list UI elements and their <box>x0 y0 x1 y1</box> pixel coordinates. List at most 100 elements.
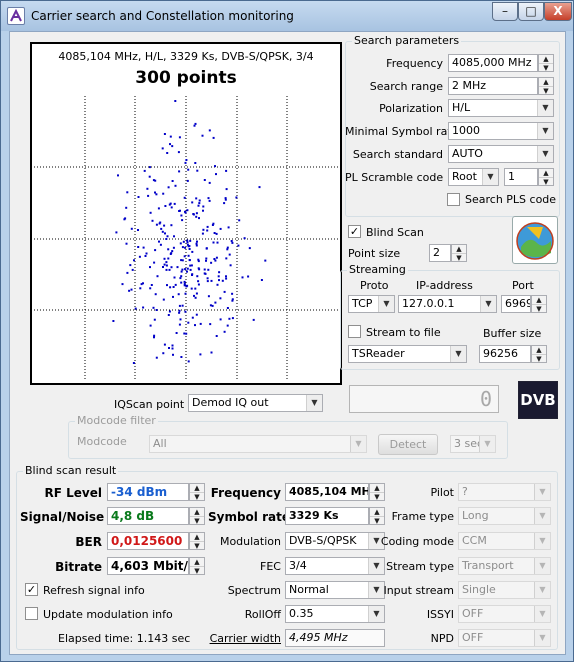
ber-spinner[interactable]: ▲ ▼ <box>189 532 205 550</box>
constellation-point <box>225 257 228 260</box>
search-pls-checkbox[interactable] <box>447 193 460 206</box>
point-size-input[interactable]: 2 <box>429 244 451 262</box>
minimize-button[interactable]: – <box>492 2 518 21</box>
constellation-point <box>166 235 169 238</box>
constellation-point <box>133 259 135 262</box>
ip-address-select[interactable]: 127.0.0.1 ▼ <box>398 295 497 313</box>
symbol-rate-label: Symbol rate <box>208 510 290 524</box>
signal-noise-spinner[interactable]: ▲ ▼ <box>189 507 205 525</box>
constellation-point <box>166 152 169 154</box>
polarization-select[interactable]: H/L ▼ <box>448 99 554 117</box>
signal-noise-value: 4,8 dB <box>107 507 189 525</box>
detect-button[interactable]: Detect <box>378 434 438 455</box>
refresh-signal-checkbox[interactable]: ✓ <box>25 583 38 596</box>
constellation-point <box>225 277 228 280</box>
polarization-value: H/L <box>452 101 471 114</box>
constellation-point <box>226 248 229 251</box>
constellation-point <box>214 165 216 168</box>
constellation-point <box>203 268 206 271</box>
modulation-select[interactable]: DVB-S/QPSK ▼ <box>285 532 385 550</box>
proto-select[interactable]: TCP ▼ <box>348 295 395 313</box>
search-range-input[interactable]: 2 MHz <box>448 77 538 95</box>
bitrate-spinner[interactable]: ▲ ▼ <box>189 557 205 575</box>
constellation-point <box>206 280 209 283</box>
constellation-point <box>198 268 201 271</box>
search-standard-select[interactable]: AUTO ▼ <box>448 145 554 163</box>
fec-select[interactable]: 3/4 ▼ <box>285 557 385 575</box>
detect-interval-select[interactable]: 3 sec ▼ <box>450 435 496 453</box>
rolloff-select[interactable]: 0.35 ▼ <box>285 605 385 623</box>
constellation-point <box>149 324 152 327</box>
constellation-point <box>183 332 186 335</box>
satellite-logo-button[interactable] <box>512 216 558 264</box>
constellation-point <box>231 298 234 301</box>
point-size-spinner[interactable]: ▲ ▼ <box>451 244 467 262</box>
iqscan-point-select[interactable]: Demod IQ out ▼ <box>188 394 323 412</box>
pl-scramble-mode-select[interactable]: Root ▼ <box>448 168 499 186</box>
satellite-dish-icon <box>516 222 554 260</box>
issyi-select[interactable]: OFF ▼ <box>458 605 551 623</box>
constellation-point <box>193 124 196 127</box>
close-button[interactable]: X <box>544 2 572 21</box>
blind-scan-checkbox[interactable]: ✓ <box>348 225 361 238</box>
update-modulation-label: Update modulation info <box>43 608 173 621</box>
port-spinner[interactable]: ▲ ▼ <box>531 295 547 313</box>
spectrum-select[interactable]: Normal ▼ <box>285 581 385 599</box>
buffer-size-input[interactable]: 96256 <box>479 345 531 363</box>
constellation-point <box>185 159 188 161</box>
stream-target-select[interactable]: TSReader ▼ <box>348 345 467 363</box>
min-symbol-rate-select[interactable]: 1000 ▼ <box>448 122 554 140</box>
constellation-point <box>205 257 208 260</box>
app-icon <box>7 7 25 25</box>
port-input[interactable]: 6969 <box>501 295 531 313</box>
pl-scramble-value-input[interactable]: 1 <box>504 168 538 186</box>
constellation-point <box>184 246 187 249</box>
ber-value: 0,0125600 <box>107 532 189 550</box>
buffer-size-spinner[interactable]: ▲ ▼ <box>531 345 547 363</box>
stream-type-select[interactable]: Transport ▼ <box>458 557 551 575</box>
constellation-point <box>165 268 168 271</box>
frequency-spinner[interactable]: ▲ ▼ <box>538 54 554 72</box>
issyi-value: OFF <box>462 607 484 620</box>
constellation-point <box>147 194 150 197</box>
pl-scramble-spinner[interactable]: ▲ ▼ <box>538 168 554 186</box>
constellation-point <box>213 232 216 234</box>
constellation-point <box>158 222 161 225</box>
carrier-width-link[interactable]: Carrier width <box>206 632 281 645</box>
chevron-down-icon: ▼ <box>534 508 550 524</box>
modcode-select[interactable]: All ▼ <box>149 435 367 453</box>
constellation-point <box>163 257 166 260</box>
frequency-input[interactable]: 4085,000 MHz <box>448 54 538 72</box>
constellation-point <box>178 323 181 326</box>
constellation-point <box>186 179 189 182</box>
constellation-point <box>226 324 229 327</box>
rf-level-spinner[interactable]: ▲ ▼ <box>189 483 205 501</box>
constellation-point <box>183 280 186 283</box>
constellation-point <box>181 304 184 307</box>
npd-select[interactable]: OFF ▼ <box>458 629 551 647</box>
constellation-point <box>210 351 213 354</box>
constellation-point <box>163 224 166 227</box>
constellation-point <box>163 133 166 135</box>
modulation-value: DVB-S/QPSK <box>289 534 357 547</box>
npd-value: OFF <box>462 631 484 644</box>
constellation-point <box>215 256 218 259</box>
pilot-select[interactable]: ? ▼ <box>458 483 551 501</box>
constellation-point <box>176 266 179 269</box>
constellation-point <box>180 214 183 217</box>
constellation-point <box>223 202 226 205</box>
update-modulation-checkbox[interactable] <box>25 607 38 620</box>
constellation-point <box>225 169 228 172</box>
iq-value: 0 <box>479 387 492 411</box>
constellation-point <box>197 280 200 283</box>
constellation-point <box>179 318 182 321</box>
frame-type-select[interactable]: Long ▼ <box>458 507 551 525</box>
search-range-spinner[interactable]: ▲ ▼ <box>538 77 554 95</box>
stream-target-value: TSReader <box>352 347 405 360</box>
constellation-point <box>180 275 183 278</box>
input-stream-select[interactable]: Single ▼ <box>458 581 551 599</box>
constellation-point <box>226 307 229 309</box>
restore-button[interactable]: □ <box>518 2 544 21</box>
stream-to-file-checkbox[interactable] <box>348 325 361 338</box>
coding-mode-select[interactable]: CCM ▼ <box>458 532 551 550</box>
